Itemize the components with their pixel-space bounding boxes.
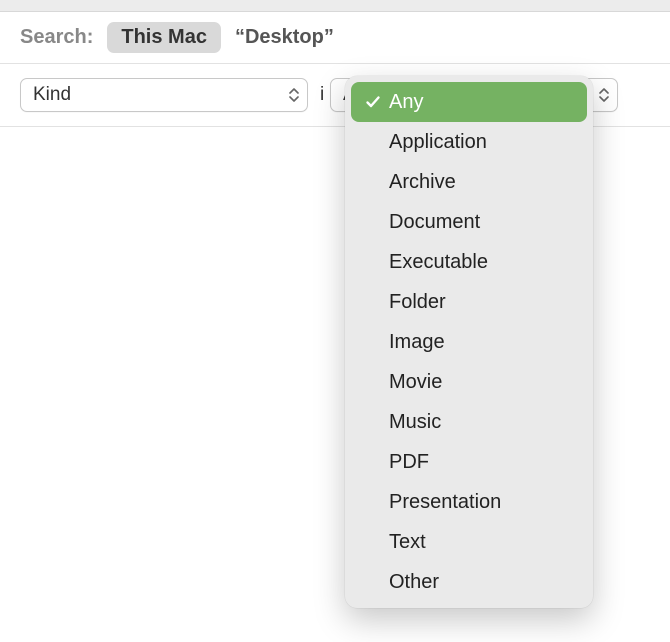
search-label: Search: (20, 26, 93, 49)
criteria-attribute-value: Kind (33, 84, 71, 106)
dropdown-item-document[interactable]: Document (351, 202, 587, 242)
dropdown-item-movie[interactable]: Movie (351, 362, 587, 402)
dropdown-item-any[interactable]: Any (351, 82, 587, 122)
dropdown-item-label: Text (389, 531, 426, 554)
scope-desktop[interactable]: “Desktop” (235, 26, 334, 49)
dropdown-item-label: Executable (389, 251, 488, 274)
dropdown-item-text[interactable]: Text (351, 522, 587, 562)
dropdown-item-image[interactable]: Image (351, 322, 587, 362)
dropdown-item-executable[interactable]: Executable (351, 242, 587, 282)
dropdown-item-archive[interactable]: Archive (351, 162, 587, 202)
window-header-strip (0, 0, 670, 12)
dropdown-item-pdf[interactable]: PDF (351, 442, 587, 482)
kind-dropdown-menu: Any Application Archive Document Executable F… (345, 76, 593, 608)
stepper-icon (289, 87, 299, 103)
dropdown-item-folder[interactable]: Folder (351, 282, 587, 322)
dropdown-item-label: Archive (389, 171, 456, 194)
dropdown-item-label: Presentation (389, 491, 501, 514)
dropdown-item-presentation[interactable]: Presentation (351, 482, 587, 522)
dropdown-item-label: Any (389, 91, 423, 114)
search-scope-bar: Search: This Mac “Desktop” (0, 12, 670, 63)
dropdown-item-label: Folder (389, 291, 446, 314)
dropdown-item-label: Music (389, 411, 441, 434)
checkmark-icon (365, 94, 389, 110)
dropdown-item-label: Image (389, 331, 445, 354)
stepper-icon (599, 87, 609, 103)
dropdown-item-application[interactable]: Application (351, 122, 587, 162)
dropdown-item-music[interactable]: Music (351, 402, 587, 442)
criteria-operator-text: i (320, 84, 324, 106)
dropdown-item-other[interactable]: Other (351, 562, 587, 602)
dropdown-item-label: Other (389, 571, 439, 594)
dropdown-item-label: Movie (389, 371, 442, 394)
criteria-attribute-select[interactable]: Kind (20, 78, 308, 112)
dropdown-item-label: PDF (389, 451, 429, 474)
dropdown-item-label: Document (389, 211, 480, 234)
scope-this-mac[interactable]: This Mac (107, 22, 221, 53)
dropdown-item-label: Application (389, 131, 487, 154)
